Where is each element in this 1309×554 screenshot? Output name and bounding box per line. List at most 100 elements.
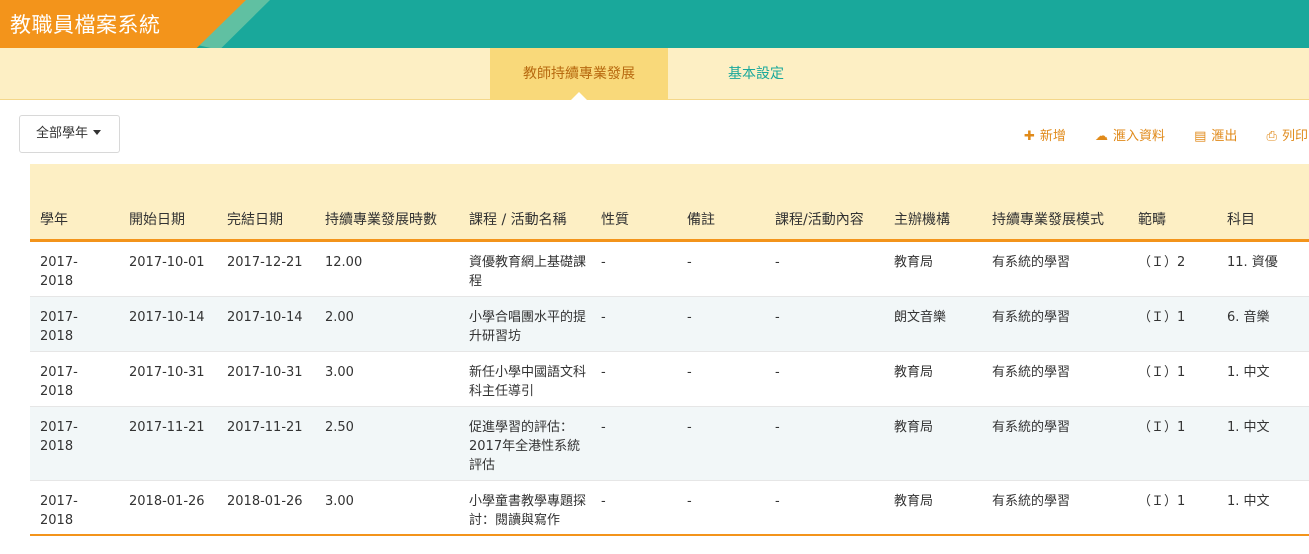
col-header-year[interactable]: 學年 [40, 209, 100, 229]
cell-course-name: 資優教育網上基礎課程 [469, 255, 587, 289]
col-header-remarks[interactable]: 備註 [687, 209, 747, 229]
print-button[interactable]: ⎙ 列印 [1267, 125, 1308, 144]
cell-subject: 6. 音樂 [1227, 310, 1270, 325]
export-button[interactable]: ▤ 滙出 [1194, 125, 1237, 144]
cell-hours: 12.00 [325, 255, 363, 270]
col-header-end-date[interactable]: 完結日期 [227, 209, 307, 229]
cell-organizer: 朗文音樂 [894, 310, 947, 325]
cell-year: 2017-2018 [40, 310, 78, 344]
cloud-upload-icon: ☁ [1095, 129, 1109, 144]
cell-course-name: 小學合唱團水平的提升研習坊 [469, 310, 587, 344]
cell-remarks: - [687, 365, 692, 380]
cell-year: 2017-2018 [40, 494, 78, 528]
cell-domain: （Ｉ）1 [1138, 365, 1186, 380]
cell-mode: 有系統的學習 [992, 494, 1071, 509]
caret-down-icon [93, 130, 102, 135]
cell-mode: 有系統的學習 [992, 310, 1071, 325]
col-header-hours[interactable]: 持續專業發展時數 [325, 209, 445, 229]
cell-nature: - [601, 310, 606, 325]
table-row[interactable]: 2017-2018 2017-10-31 2017-10-31 3.00 新任小… [30, 352, 1309, 407]
cell-content: - [775, 494, 780, 509]
table-header: 學年 開始日期 完結日期 持續專業發展時數 課程 / 活動名稱 性質 備註 課程… [30, 164, 1309, 242]
cell-end-date: 2017-10-14 [227, 310, 303, 325]
cell-year: 2017-2018 [40, 365, 78, 399]
print-label: 列印 [1281, 129, 1308, 144]
col-header-content[interactable]: 課程/活動內容 [775, 209, 875, 229]
cell-organizer: 教育局 [894, 420, 934, 435]
plus-icon: ✚ [1024, 129, 1035, 144]
import-label: 滙入資料 [1113, 129, 1166, 144]
cell-domain: （Ｉ）2 [1138, 255, 1186, 270]
cell-content: - [775, 420, 780, 435]
cell-start-date: 2017-10-14 [129, 310, 205, 325]
import-button[interactable]: ☁ 滙入資料 [1095, 125, 1165, 144]
cell-subject: 1. 中文 [1227, 494, 1270, 509]
cell-start-date: 2017-10-01 [129, 255, 205, 270]
cell-end-date: 2017-10-31 [227, 365, 303, 380]
cell-start-date: 2017-11-21 [129, 420, 205, 435]
app-header: 教職員檔案系統 [0, 0, 1309, 48]
cpd-table: 學年 開始日期 完結日期 持續專業發展時數 課程 / 活動名稱 性質 備註 課程… [30, 164, 1309, 536]
export-file-icon: ▤ [1194, 129, 1207, 144]
table-row[interactable]: 2017-2018 2018-01-26 2018-01-26 3.00 小學童… [30, 481, 1309, 536]
table-row[interactable]: 2017-2018 2017-11-21 2017-11-21 2.50 促進學… [30, 407, 1309, 481]
col-header-domain[interactable]: 範疇 [1138, 209, 1208, 229]
col-header-mode[interactable]: 持續專業發展模式 [992, 209, 1122, 229]
cell-mode: 有系統的學習 [992, 365, 1071, 380]
cell-content: - [775, 365, 780, 380]
cell-course-name: 新任小學中國語文科科主任導引 [469, 365, 587, 399]
cell-hours: 2.50 [325, 420, 354, 435]
cell-nature: - [601, 420, 606, 435]
cell-remarks: - [687, 310, 692, 325]
cell-course-name: 小學童書教學專題探討：閱讀與寫作 [469, 494, 587, 528]
cell-year: 2017-2018 [40, 255, 78, 289]
action-toolbar: ✚ 新增 ☁ 滙入資料 ▤ 滙出 ⎙ 列印 [1024, 125, 1309, 145]
cell-mode: 有系統的學習 [992, 420, 1071, 435]
col-header-course-name[interactable]: 課程 / 活動名稱 [469, 209, 587, 229]
cell-domain: （Ｉ）1 [1138, 420, 1186, 435]
cell-year: 2017-2018 [40, 420, 78, 454]
cell-nature: - [601, 494, 606, 509]
cell-subject: 1. 中文 [1227, 365, 1270, 380]
printer-icon: ⎙ [1266, 129, 1277, 144]
cell-hours: 3.00 [325, 494, 354, 509]
cell-hours: 3.00 [325, 365, 354, 380]
cell-organizer: 教育局 [894, 365, 934, 380]
cell-nature: - [601, 365, 606, 380]
col-header-subject[interactable]: 科目 [1227, 209, 1309, 229]
cell-remarks: - [687, 420, 692, 435]
cell-organizer: 教育局 [894, 255, 934, 270]
col-header-start-date[interactable]: 開始日期 [129, 209, 209, 229]
cell-start-date: 2017-10-31 [129, 365, 205, 380]
tab-teacher-cpd[interactable]: 教師持續專業發展 [490, 48, 668, 101]
table-row[interactable]: 2017-2018 2017-10-01 2017-12-21 12.00 資優… [30, 242, 1309, 297]
table-row[interactable]: 2017-2018 2017-10-14 2017-10-14 2.00 小學合… [30, 297, 1309, 352]
cell-mode: 有系統的學習 [992, 255, 1071, 270]
cell-end-date: 2018-01-26 [227, 494, 303, 509]
cell-domain: （Ｉ）1 [1138, 310, 1186, 325]
cell-remarks: - [687, 494, 692, 509]
add-label: 新增 [1039, 129, 1066, 144]
tab-bar: 教師持續專業發展 基本設定 [0, 48, 1309, 101]
cell-start-date: 2018-01-26 [129, 494, 205, 509]
cell-remarks: - [687, 255, 692, 270]
cell-nature: - [601, 255, 606, 270]
col-header-nature[interactable]: 性質 [601, 209, 661, 229]
cell-subject: 1. 中文 [1227, 420, 1270, 435]
year-filter-dropdown[interactable]: 全部學年 [19, 115, 120, 153]
cell-course-name: 促進學習的評估：2017年全港性系統評估 [469, 420, 581, 473]
cell-content: - [775, 310, 780, 325]
add-button[interactable]: ✚ 新增 [1024, 125, 1066, 144]
cell-hours: 2.00 [325, 310, 354, 325]
tab-basic-settings[interactable]: 基本設定 [690, 48, 822, 100]
cell-content: - [775, 255, 780, 270]
cell-end-date: 2017-12-21 [227, 255, 303, 270]
year-filter-label: 全部學年 [36, 126, 89, 141]
col-header-organizer[interactable]: 主辦機構 [894, 209, 974, 229]
app-title: 教職員檔案系統 [10, 13, 161, 37]
export-label: 滙出 [1211, 129, 1238, 144]
cell-domain: （Ｉ）1 [1138, 494, 1186, 509]
cell-end-date: 2017-11-21 [227, 420, 303, 435]
cell-organizer: 教育局 [894, 494, 934, 509]
cell-subject: 11. 資優 [1227, 255, 1278, 270]
